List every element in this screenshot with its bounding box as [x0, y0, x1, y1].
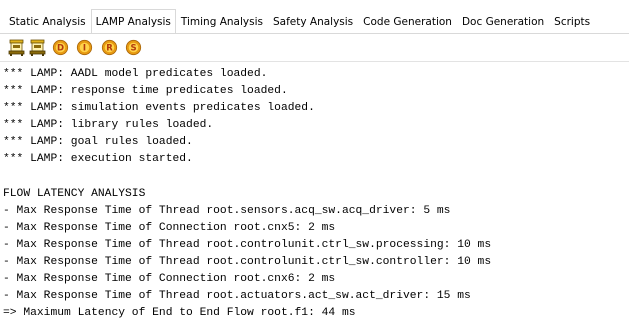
console-line: *** LAMP: library rules loaded.: [3, 119, 214, 132]
svg-text:D: D: [57, 44, 64, 54]
console-line: - Max Response Time of Thread root.contr…: [3, 256, 492, 269]
load-rules-alt-icon: [29, 39, 46, 56]
svg-text:S: S: [130, 44, 136, 54]
console-line: - Max Response Time of Thread root.senso…: [3, 204, 451, 217]
load-rules-icon: [8, 39, 25, 56]
console-output[interactable]: *** LAMP: AADL model predicates loaded. …: [0, 61, 629, 323]
load-rules-alt-button[interactable]: [29, 39, 46, 56]
tab-scripts[interactable]: Scripts: [549, 9, 595, 34]
r-button[interactable]: R: [101, 39, 118, 56]
load-rules-button[interactable]: [8, 39, 25, 56]
tab-timing-analysis[interactable]: Timing Analysis: [176, 9, 268, 34]
console-line: *** LAMP: execution started.: [3, 153, 193, 166]
console-line: - Max Response Time of Connection root.c…: [3, 273, 336, 286]
console-lines: *** LAMP: AADL model predicates loaded. …: [3, 66, 627, 322]
lamp-toolbar: D I R S: [0, 34, 629, 61]
s-button[interactable]: S: [125, 39, 142, 56]
console-line: *** LAMP: goal rules loaded.: [3, 136, 193, 149]
tab-safety-analysis[interactable]: Safety Analysis: [268, 9, 358, 34]
tab-doc-generation[interactable]: Doc Generation: [457, 9, 549, 34]
tab-lamp-analysis[interactable]: LAMP Analysis: [90, 9, 176, 34]
console-line: - Max Response Time of Thread root.actua…: [3, 290, 471, 303]
i-ball-icon: I: [76, 39, 93, 56]
console-line: - Max Response Time of Thread root.contr…: [3, 238, 492, 251]
console-line: *** LAMP: simulation events predicates l…: [3, 102, 315, 115]
console-line: - Max Response Time of Connection root.c…: [3, 221, 336, 234]
tab-list: Static Analysis LAMP Analysis Timing Ana…: [4, 9, 595, 34]
console-line: *** LAMP: AADL model predicates loaded.: [3, 68, 268, 80]
d-button[interactable]: D: [52, 39, 69, 56]
console-line: *** LAMP: response time predicates loade…: [3, 85, 288, 98]
svg-text:R: R: [106, 44, 113, 54]
d-ball-icon: D: [52, 39, 69, 56]
r-ball-icon: R: [101, 39, 118, 56]
tab-bar: Static Analysis LAMP Analysis Timing Ana…: [0, 0, 629, 34]
tab-code-generation[interactable]: Code Generation: [358, 9, 457, 34]
svg-text:I: I: [83, 44, 86, 54]
tab-static-analysis[interactable]: Static Analysis: [4, 9, 91, 34]
console-line: FLOW LATENCY ANALYSIS: [3, 187, 146, 200]
i-button[interactable]: I: [76, 39, 93, 56]
s-ball-icon: S: [125, 39, 142, 56]
console-line: => Maximum Latency of End to End Flow ro…: [3, 307, 356, 320]
